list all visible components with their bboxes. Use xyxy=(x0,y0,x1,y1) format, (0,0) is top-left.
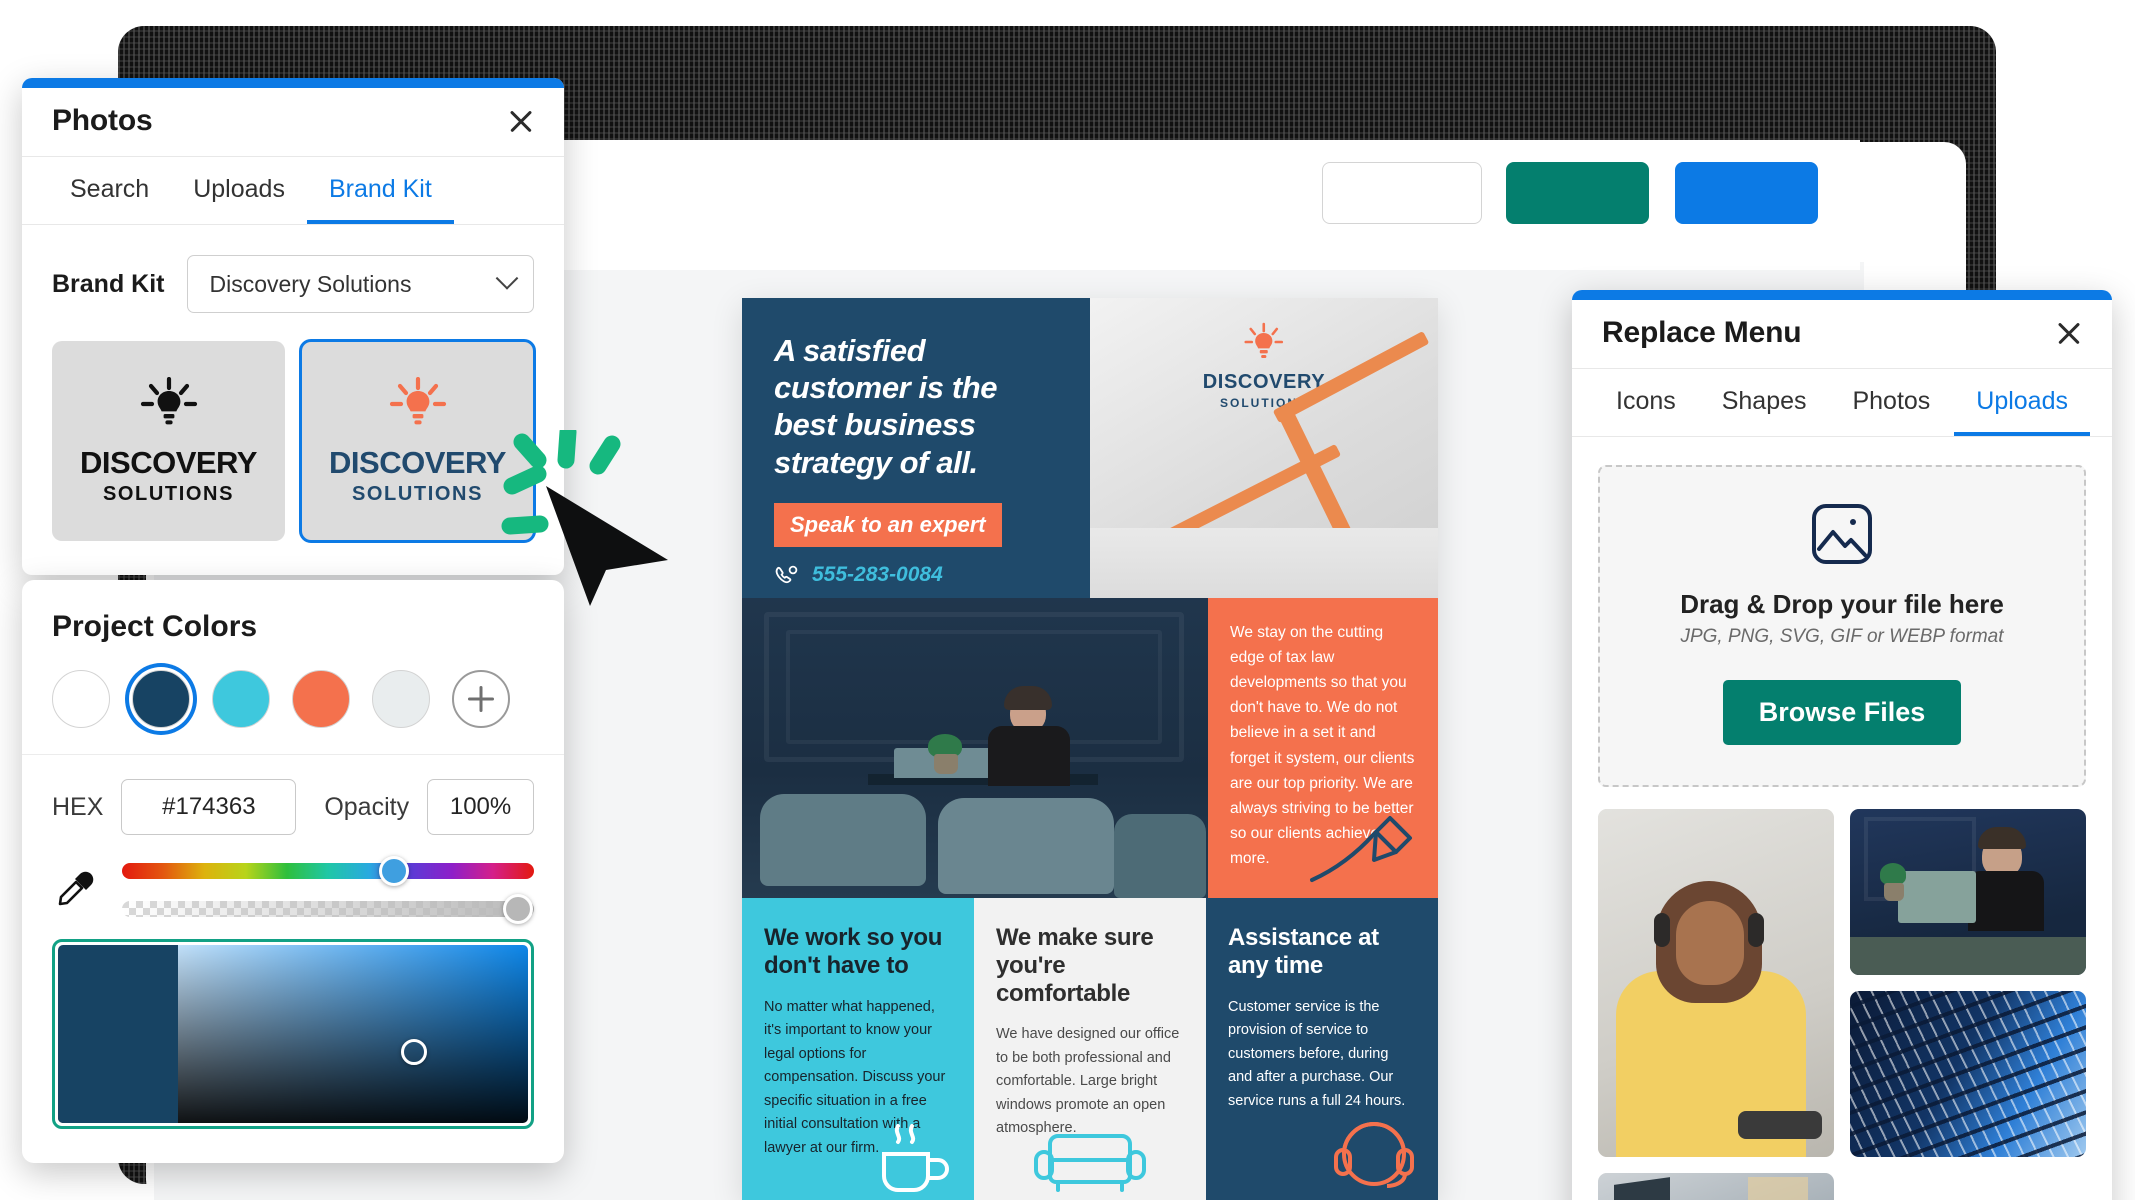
brochure-preview[interactable]: A satisfied customer is the best busines… xyxy=(742,298,1438,1200)
project-colors-title: Project Colors xyxy=(52,610,258,643)
brand-kit-logo-grid: DISCOVERY SOLUTIONS DISCOVERY SOLUTIONS xyxy=(22,327,564,575)
swatch-cyan[interactable] xyxy=(212,670,270,728)
brochure-hero-left: A satisfied customer is the best busines… xyxy=(742,298,1090,598)
brand-kit-select[interactable]: Discovery Solutions xyxy=(186,255,534,313)
pencil-icon xyxy=(1310,816,1412,882)
lightbulb-icon xyxy=(389,376,446,424)
close-icon[interactable] xyxy=(2052,316,2086,350)
dropzone-subtitle: JPG, PNG, SVG, GIF or WEBP format xyxy=(1680,626,2004,647)
hue-slider[interactable] xyxy=(122,856,534,886)
brochure-orange-block: We stay on the cutting edge of tax law d… xyxy=(1208,598,1438,898)
logo-card-color-main: DISCOVERY xyxy=(329,444,506,480)
browse-files-button[interactable]: Browse Files xyxy=(1722,680,1962,745)
tab-shapes[interactable]: Shapes xyxy=(1700,369,1829,436)
logo-card-color-sub: SOLUTIONS xyxy=(351,482,484,505)
replace-menu-tabs: Icons Shapes Photos Uploads xyxy=(1572,369,2112,437)
toolbar-green-button[interactable] xyxy=(1506,162,1649,224)
opacity-label: Opacity xyxy=(324,792,410,821)
eyedropper-icon[interactable] xyxy=(52,868,96,912)
tab-uploads[interactable]: Uploads xyxy=(1954,369,2090,436)
swatch-orange[interactable] xyxy=(292,670,350,728)
logo-card-dark[interactable]: DISCOVERY SOLUTIONS xyxy=(52,341,285,541)
lightbulb-icon xyxy=(1244,322,1284,358)
project-colors-panel[interactable]: Project Colors HEX #174363 Opacity 100% xyxy=(22,580,564,1163)
coffee-cup-icon xyxy=(882,1124,949,1192)
brochure-column-1: We work so you don't have to No matter w… xyxy=(742,898,974,1200)
brochure-column-3: Assistance at any time Customer service … xyxy=(1206,898,1438,1200)
swatch-grey[interactable] xyxy=(372,670,430,728)
toolbar-plain-button[interactable] xyxy=(1322,162,1482,224)
tab-photos[interactable]: Photos xyxy=(1830,369,1952,436)
project-colors-swatches xyxy=(22,644,564,755)
lightbulb-icon xyxy=(140,376,197,424)
brochure-hero: A satisfied customer is the best busines… xyxy=(742,298,1438,598)
editor-toolbar xyxy=(560,140,1860,270)
phone-icon xyxy=(775,565,798,583)
current-color-preview xyxy=(58,945,178,1123)
logo-card-dark-sub: SOLUTIONS xyxy=(102,482,235,505)
stairs-decor xyxy=(1090,528,1438,598)
color-sliders xyxy=(22,856,564,927)
file-dropzone[interactable]: Drag & Drop your file here JPG, PNG, SVG… xyxy=(1598,465,2086,787)
brochure-quote: A satisfied customer is the best busines… xyxy=(774,333,998,480)
screenshot-root: A satisfied customer is the best busines… xyxy=(0,0,2135,1200)
logo-card-dark-main: DISCOVERY xyxy=(80,444,257,480)
swatch-navy[interactable] xyxy=(132,670,190,728)
image-placeholder-icon xyxy=(1812,504,1872,564)
add-swatch-button[interactable] xyxy=(452,670,510,728)
alpha-slider-knob[interactable] xyxy=(502,894,533,924)
tab-icons[interactable]: Icons xyxy=(1594,369,1698,436)
replace-menu-header: Replace Menu xyxy=(1572,300,2112,369)
brochure-cta-button[interactable]: Speak to an expert xyxy=(774,502,1002,547)
alpha-slider[interactable] xyxy=(122,894,534,924)
photos-panel[interactable]: Photos Search Uploads Brand Kit Brand Ki… xyxy=(22,78,564,575)
opacity-input[interactable]: 100% xyxy=(427,779,534,835)
tab-brand-kit[interactable]: Brand Kit xyxy=(306,157,454,224)
brochure-column-1-heading: We work so you don't have to xyxy=(764,924,943,979)
brochure-hero-right: DISCOVERY SOLUTIONS xyxy=(1090,298,1438,598)
brochure-office-photo xyxy=(742,598,1208,898)
toolbar-blue-button[interactable] xyxy=(1675,162,1818,224)
replace-menu-accent-bar xyxy=(1572,290,2112,300)
hex-label: HEX xyxy=(52,792,104,821)
photos-panel-tabs: Search Uploads Brand Kit xyxy=(22,157,564,225)
photos-panel-header: Photos xyxy=(22,88,564,157)
brochure-column-2: We make sure you're comfortable We have … xyxy=(974,898,1206,1200)
color-gradient-canvas[interactable] xyxy=(58,945,528,1123)
tab-search[interactable]: Search xyxy=(48,157,171,224)
color-gradient-area[interactable] xyxy=(52,939,534,1129)
uploads-thumbnail-grid xyxy=(1572,787,2112,1200)
logo-card-color[interactable]: DISCOVERY SOLUTIONS xyxy=(299,339,536,543)
chevron-down-icon xyxy=(495,267,519,290)
brochure-logo-main: DISCOVERY xyxy=(1202,371,1326,393)
brochure-phone-number: 555-283-0084 xyxy=(812,562,943,586)
upload-thumb-office[interactable] xyxy=(1598,1173,1834,1200)
brochure-column-2-heading: We make sure you're comfortable xyxy=(996,924,1154,1007)
brochure-column-3-body: Customer service is the provision of ser… xyxy=(1228,998,1406,1109)
hue-slider-knob[interactable] xyxy=(378,856,409,886)
upload-thumb-man-laptop[interactable] xyxy=(1850,809,2086,975)
replace-menu-title: Replace Menu xyxy=(1602,316,1802,349)
brand-kit-select-value: Discovery Solutions xyxy=(209,270,412,297)
dropzone-title: Drag & Drop your file here xyxy=(1680,589,2004,619)
brand-kit-label: Brand Kit xyxy=(52,269,165,298)
hex-input[interactable]: #174363 xyxy=(121,779,297,835)
brochure-columns: We work so you don't have to No matter w… xyxy=(742,898,1438,1200)
brochure-phone-row: 555-283-0084 xyxy=(774,563,1060,587)
brochure-column-3-heading: Assistance at any time xyxy=(1228,924,1379,979)
brochure-middle: We stay on the cutting edge of tax law d… xyxy=(742,598,1438,898)
replace-menu-panel[interactable]: Replace Menu Icons Shapes Photos Uploads… xyxy=(1572,290,2112,1200)
gradient-picker-dot[interactable] xyxy=(401,1039,428,1066)
headset-icon xyxy=(1334,1122,1414,1188)
close-icon[interactable] xyxy=(504,104,538,138)
photos-panel-accent-bar xyxy=(22,78,564,88)
armchair-icon xyxy=(1034,1134,1146,1192)
swatch-white[interactable] xyxy=(52,670,110,728)
upload-thumb-skyscraper[interactable] xyxy=(1850,991,2086,1157)
upload-thumb-woman-headset[interactable] xyxy=(1598,809,1834,1157)
photos-panel-title: Photos xyxy=(52,104,153,137)
tab-uploads[interactable]: Uploads xyxy=(171,157,307,224)
brand-kit-row: Brand Kit Discovery Solutions xyxy=(22,225,564,327)
hex-opacity-row: HEX #174363 Opacity 100% xyxy=(22,755,564,859)
